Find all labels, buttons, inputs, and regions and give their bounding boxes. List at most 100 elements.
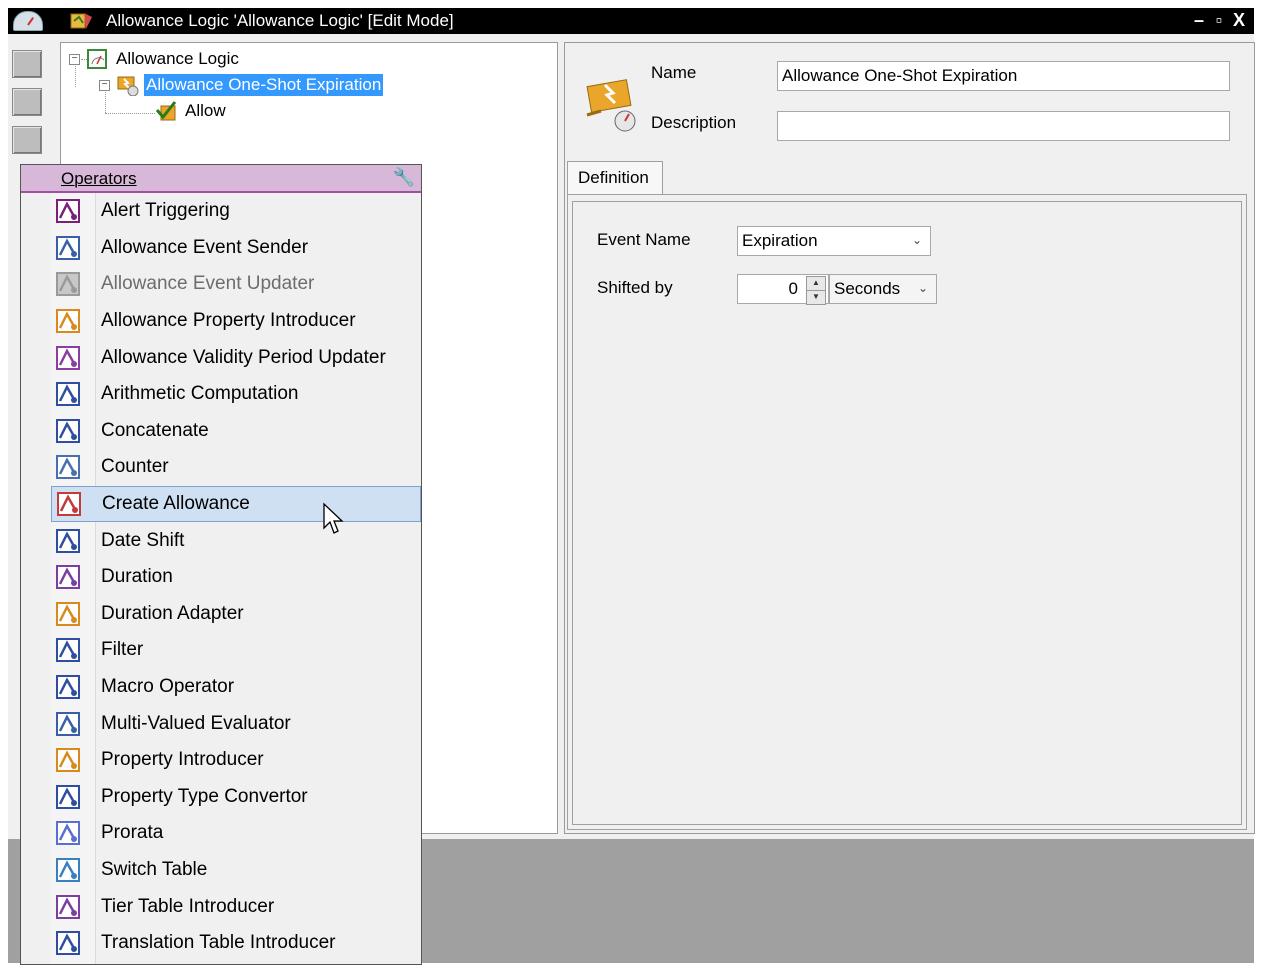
shifted-unit-value: Seconds <box>834 279 901 298</box>
operator-item-label: Date Shift <box>101 529 185 551</box>
tree-node-label: Allowance One-Shot Expiration <box>144 74 384 96</box>
operator-item-label: Duration Adapter <box>101 602 244 624</box>
operator-item[interactable]: Property Introducer <box>51 742 421 779</box>
operator-item[interactable]: Macro Operator <box>51 669 421 706</box>
macro-operator-icon <box>55 674 81 700</box>
operator-item-label: Macro Operator <box>101 676 235 698</box>
definition-tab-body: Event Name Expiration ⌄ Shifted by 0 ▲ ▼… <box>567 194 1247 830</box>
close-button[interactable]: X <box>1230 10 1248 31</box>
prorata-icon <box>55 820 81 846</box>
shifted-unit-select[interactable]: Seconds ⌄ <box>829 274 937 304</box>
shifted-by-label: Shifted by <box>597 278 673 297</box>
multi-valued-evaluator-icon <box>55 711 81 737</box>
minimize-button[interactable]: – <box>1190 10 1208 31</box>
operator-item-label: Concatenate <box>101 419 209 441</box>
operator-item[interactable]: Counter <box>51 449 421 486</box>
operator-item[interactable]: Alert Triggering <box>51 193 421 230</box>
duration-icon <box>55 564 81 590</box>
allow-check-icon <box>155 101 177 121</box>
window-title: Allowance Logic 'Allowance Logic' [Edit … <box>106 11 454 30</box>
name-input[interactable]: Allowance One-Shot Expiration <box>777 61 1230 91</box>
operator-item-label: Multi-Valued Evaluator <box>101 712 291 734</box>
allowance-logic-icon <box>87 49 107 69</box>
operator-item[interactable]: Allowance Validity Period Updater <box>51 339 421 376</box>
property-type-convertor-icon <box>55 784 81 810</box>
shifted-by-value: 0 <box>788 279 798 298</box>
filter-icon <box>55 637 81 663</box>
operator-item-label: Alert Triggering <box>101 200 230 222</box>
operator-item[interactable]: Allowance Event Sender <box>51 230 421 267</box>
operator-item-label: Filter <box>101 639 144 661</box>
allowance-logic-icon <box>70 13 92 29</box>
operator-item-label: Duration <box>101 566 173 588</box>
operator-item-label: Tier Table Introducer <box>101 895 275 917</box>
wrench-icon[interactable]: 🔧 <box>393 167 415 188</box>
toolbar-button-1[interactable] <box>12 50 42 78</box>
operator-item[interactable]: Allowance Event Updater <box>51 266 421 303</box>
concatenate-icon <box>55 418 81 444</box>
window-controls: – ▫ X <box>1190 10 1248 31</box>
operator-item-label: Switch Table <box>101 858 208 880</box>
operator-item-label: Property Type Convertor <box>101 785 308 807</box>
description-input[interactable] <box>777 111 1230 141</box>
duration-adapter-icon <box>55 601 81 627</box>
operator-item[interactable]: Multi-Valued Evaluator <box>51 705 421 742</box>
operators-menu-title: Operators <box>61 169 137 188</box>
spin-up-icon[interactable]: ▲ <box>806 276 826 291</box>
tree-node-label: Allowance Logic <box>116 49 239 68</box>
property-introducer-icon <box>55 308 81 334</box>
chevron-down-icon: ⌄ <box>917 281 928 295</box>
tree-node-label: Allow <box>185 101 226 120</box>
validity-period-icon <box>55 345 81 371</box>
operator-item[interactable]: Duration <box>51 559 421 596</box>
mouse-cursor-icon <box>323 502 344 534</box>
toolbar-button-2[interactable] <box>12 88 42 116</box>
tab-definition[interactable]: Definition <box>567 161 663 195</box>
restore-button[interactable]: ▫ <box>1210 10 1228 31</box>
one-shot-expiration-icon <box>117 76 139 96</box>
operator-item[interactable]: Prorata <box>51 815 421 852</box>
collapse-toggle[interactable]: − <box>69 53 80 65</box>
operator-item[interactable]: Tier Table Introducer <box>51 888 421 925</box>
alert-triggering-icon <box>55 198 81 224</box>
shifted-by-spinner[interactable]: 0 ▲ ▼ <box>737 274 829 305</box>
gauge-icon[interactable] <box>8 8 48 34</box>
spin-down-icon[interactable]: ▼ <box>806 290 826 305</box>
operator-item[interactable]: Property Type Convertor <box>51 779 421 816</box>
event-name-label: Event Name <box>597 230 691 249</box>
operator-item-label: Prorata <box>101 822 164 844</box>
property-introducer-2-icon <box>55 747 81 773</box>
tree-node-allow[interactable]: Allow <box>155 99 226 123</box>
operator-item[interactable]: Switch Table <box>51 852 421 889</box>
operators-menu[interactable]: Operators 🔧 Alert Triggering Allowance Ev… <box>20 164 422 965</box>
arithmetic-icon <box>55 381 81 407</box>
operator-item[interactable]: Create Allowance <box>51 485 421 523</box>
operator-item[interactable]: Concatenate <box>51 413 421 450</box>
event-name-value: Expiration <box>742 231 818 250</box>
collapse-toggle[interactable]: − <box>99 79 110 91</box>
tier-table-icon <box>55 894 81 920</box>
operator-item[interactable]: Duration Adapter <box>51 596 421 633</box>
operators-menu-header: Operators 🔧 <box>21 165 421 193</box>
chevron-down-icon: ⌄ <box>911 233 922 247</box>
event-sender-icon <box>55 235 81 261</box>
tree-node-root[interactable]: − Allowance Logic <box>69 47 239 71</box>
operator-item-label: Translation Table Introducer <box>101 932 336 954</box>
toolbar-button-3[interactable] <box>12 126 42 154</box>
event-name-select[interactable]: Expiration ⌄ <box>737 226 931 256</box>
event-updater-icon <box>55 271 81 297</box>
operator-item[interactable]: Arithmetic Computation <box>51 376 421 413</box>
operator-item-label: Property Introducer <box>101 749 264 771</box>
operator-item[interactable]: Allowance Property Introducer <box>51 303 421 340</box>
operator-item[interactable]: Translation Table Introducer <box>51 925 421 962</box>
operator-item[interactable]: Filter <box>51 632 421 669</box>
description-label: Description <box>651 113 737 132</box>
tree-node-expiration[interactable]: − Allowance One-Shot Expiration <box>99 73 384 97</box>
date-shift-icon <box>55 528 81 554</box>
operator-item-label: Arithmetic Computation <box>101 383 299 405</box>
details-panel: Name Allowance One-Shot Expiration Descr… <box>564 42 1255 834</box>
operator-item[interactable]: Date Shift <box>51 522 421 559</box>
operator-item-label: Create Allowance <box>102 493 250 515</box>
operators-list: Alert Triggering Allowance Event Sender Al… <box>51 193 421 961</box>
switch-table-icon <box>55 857 81 883</box>
